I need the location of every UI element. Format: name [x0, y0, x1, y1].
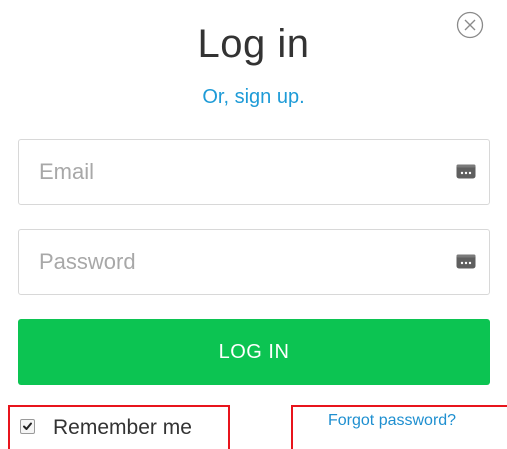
- remember-me-highlight: Remember me: [8, 405, 230, 449]
- forgot-password-link[interactable]: Forgot password?: [328, 412, 456, 430]
- email-field: [18, 139, 490, 205]
- login-button[interactable]: LOG IN: [18, 319, 490, 385]
- remember-me-checkbox[interactable]: [20, 419, 35, 434]
- forgot-password-highlight: Forgot password?: [291, 405, 507, 449]
- checkmark-icon: [23, 422, 32, 430]
- signup-link[interactable]: Or, sign up.: [0, 86, 507, 109]
- remember-me-label[interactable]: Remember me: [53, 416, 192, 440]
- page-title: Log in: [197, 22, 310, 66]
- password-input[interactable]: [19, 230, 439, 294]
- password-manager-icon[interactable]: [456, 164, 476, 179]
- password-field: [18, 229, 490, 295]
- email-input[interactable]: [19, 140, 439, 204]
- password-manager-icon[interactable]: [456, 254, 476, 269]
- login-modal: Log in Or, sign up. LOG IN: [0, 0, 507, 449]
